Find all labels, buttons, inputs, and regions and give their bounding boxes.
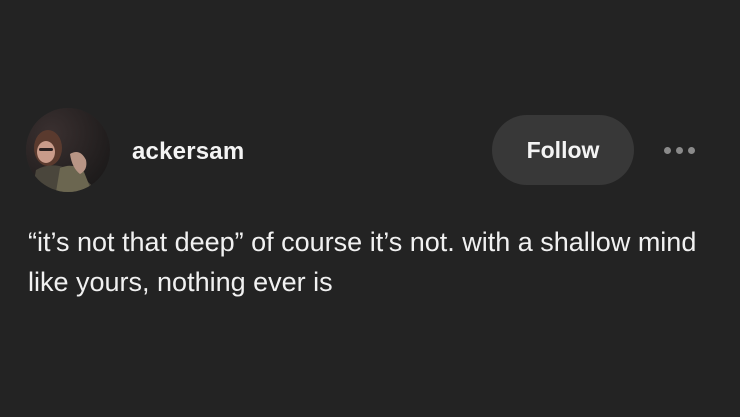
username[interactable]: ackersam — [132, 138, 244, 166]
post-header: ackersam Follow — [26, 108, 716, 192]
post-card: ackersam Follow “it’s not that deep” of … — [0, 0, 740, 417]
avatar-photo — [26, 108, 110, 192]
more-horizontal-icon — [663, 146, 671, 154]
more-horizontal-icon — [687, 146, 695, 154]
more-options-button[interactable] — [655, 133, 703, 167]
post-body-text: “it’s not that deep” of course it’s not.… — [28, 227, 697, 297]
follow-button[interactable]: Follow — [492, 115, 634, 185]
more-horizontal-icon — [675, 146, 683, 154]
avatar[interactable] — [26, 108, 110, 192]
